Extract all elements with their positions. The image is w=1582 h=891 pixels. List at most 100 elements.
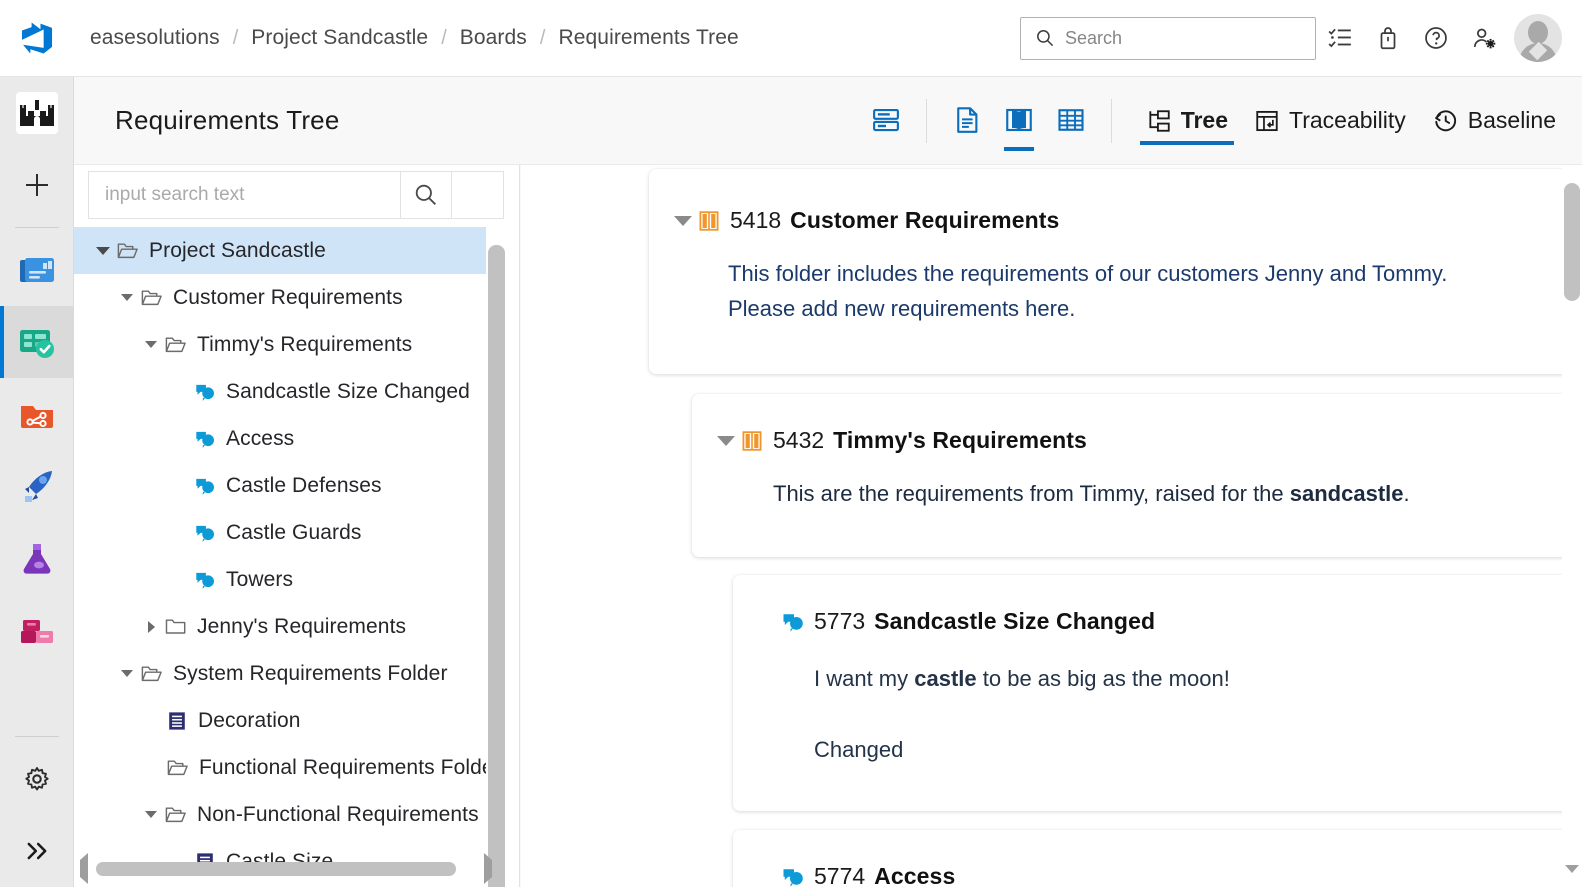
azure-devops-logo[interactable] [0,0,74,76]
split-layout-icon[interactable] [860,93,912,149]
scroll-left-arrow-icon[interactable] [80,853,88,884]
tree-node-sandcastle-size-changed[interactable]: Sandcastle Size Changed [74,368,502,415]
tree-search-button[interactable] [400,171,452,219]
requirements-card-list: 5418 Customer Requirements This folder i… [521,165,1582,887]
tree-vertical-scrollbar[interactable] [486,227,507,887]
search-icon [415,184,436,205]
tree-node-project-sandcastle[interactable]: Project Sandcastle [74,227,502,274]
tree-node-system-requirements-folder[interactable]: System Requirements Folder [74,650,502,697]
book-view-icon[interactable] [993,93,1045,151]
breadcrumb-item-boards[interactable]: Boards [460,26,527,50]
requirement-icon [781,865,805,888]
tree-node-castle-guards[interactable]: Castle Guards [74,509,502,556]
help-circle-icon[interactable] [1412,14,1460,62]
card-body: This are the requirements from Timmy, ra… [773,476,1582,511]
breadcrumb-item-project[interactable]: Project Sandcastle [251,26,428,50]
add-new-button[interactable] [0,149,74,221]
toolbar-divider-2 [1110,98,1112,143]
sidebar-item-overview[interactable] [0,234,74,306]
folder-open-icon [164,333,187,356]
sidebar-item-test-plans[interactable] [0,522,74,594]
main-vertical-scrollbar[interactable] [1562,165,1582,890]
tree-node-label: Functional Requirements Folder [199,755,501,779]
tab-tree[interactable]: Tree [1139,93,1235,149]
search-input[interactable] [1063,26,1305,50]
breadcrumb-item-organization[interactable]: easesolutions [90,26,220,50]
folder-open-icon [166,756,189,779]
sidebar-item-pipelines[interactable] [0,450,74,522]
card-header: 5418 Customer Requirements [669,207,1582,234]
tree-node-list: Project Sandcastle Customer Requirements [74,227,502,862]
tree-horizontal-scrollbar[interactable] [74,853,502,884]
twisty-expanded-icon[interactable] [90,246,116,255]
card-id: 5774 [814,863,866,887]
gear-icon[interactable] [0,743,74,815]
requirement-icon [781,610,805,634]
sidebar-item-repos[interactable] [0,378,74,450]
tree-node-jennys-requirements[interactable]: Jenny's Requirements [74,603,502,650]
twisty-expanded-icon[interactable] [114,670,140,677]
folder-open-icon [164,803,187,826]
card-5773[interactable]: 5773 Sandcastle Size Changed I want my c… [733,575,1582,811]
scroll-down-arrow-icon[interactable] [1565,865,1579,891]
card-twisty-expanded-icon[interactable] [669,215,697,226]
card-5774[interactable]: 5774 Access [733,830,1582,887]
page-title: Requirements Tree [115,105,340,135]
scroll-right-arrow-icon[interactable] [484,853,492,884]
main-scrollbar-track[interactable] [1564,183,1580,869]
tree-node-label: Sandcastle Size Changed [226,379,470,403]
twisty-expanded-icon[interactable] [114,294,140,301]
avatar[interactable] [1514,14,1562,62]
tree-node-decoration[interactable]: Decoration [74,697,502,744]
user-settings-icon[interactable] [1460,14,1508,62]
specification-icon [166,710,188,732]
breadcrumb-item-requirements-tree[interactable]: Requirements Tree [558,26,738,50]
tree-node-label: Towers [226,567,294,591]
twisty-expanded-icon[interactable] [138,811,164,818]
sidebar-item-artifacts[interactable] [0,594,74,666]
tree-node-label: Jenny's Requirements [197,614,407,638]
app-root: easesolutions / Project Sandcastle / Boa… [0,0,1582,890]
card-id: 5773 [814,608,866,634]
tree-panel: Project Sandcastle Customer Requirements [74,165,520,887]
traceability-icon [1254,108,1280,134]
top-bar: easesolutions / Project Sandcastle / Boa… [0,0,1582,77]
tree-node-functional-requirements-folder[interactable]: Functional Requirements Folder [74,744,502,791]
twisty-collapsed-icon[interactable] [138,620,164,633]
tree-node-label: System Requirements Folder [173,661,448,685]
castle-project-icon[interactable] [0,77,74,149]
card-5418[interactable]: 5418 Customer Requirements This folder i… [649,169,1582,374]
global-search[interactable] [1020,16,1316,60]
tree-node-towers[interactable]: Towers [74,556,502,603]
tree-node-customer-requirements[interactable]: Customer Requirements [74,274,502,321]
tree-hscrollbar-track[interactable] [94,862,478,876]
tab-baseline[interactable]: Baseline [1426,93,1562,149]
folder-open-icon [140,286,163,309]
checklist-icon[interactable] [1316,14,1364,62]
sidebar-item-boards[interactable] [0,306,74,378]
card-5432[interactable]: 5432 Timmy's Requirements This are the r… [692,394,1582,557]
shopping-bag-icon[interactable] [1364,14,1412,62]
folder-open-icon [140,662,163,685]
tree-hscrollbar-thumb[interactable] [96,862,456,876]
document-view-icon[interactable] [941,93,993,149]
book-folder-icon [697,209,721,233]
tree-node-timmys-requirements[interactable]: Timmy's Requirements [74,321,502,368]
twisty-expanded-icon[interactable] [138,341,164,348]
tab-traceability[interactable]: Traceability [1248,93,1412,149]
page-toolbar: Tree Traceability Baseline [860,77,1562,165]
tree-search-field[interactable] [88,171,400,219]
tree-node-castle-defenses[interactable]: Castle Defenses [74,462,502,509]
table-view-icon[interactable] [1045,93,1097,149]
tree-search-extra-button[interactable] [452,171,504,219]
main-scrollbar-thumb[interactable] [1564,183,1580,301]
tree-node-non-functional-requirements[interactable]: Non-Functional Requirements [74,791,502,838]
tree-search-input[interactable] [103,183,400,207]
tree-scrollbar-track[interactable] [488,245,505,887]
tree-node-access[interactable]: Access [74,415,502,462]
chevron-double-right-icon[interactable] [0,815,74,887]
card-body-line: Changed [814,737,904,762]
tree-scrollbar-thumb[interactable] [488,245,505,887]
card-twisty-expanded-icon[interactable] [712,435,740,446]
tab-traceability-label: Traceability [1289,107,1406,133]
